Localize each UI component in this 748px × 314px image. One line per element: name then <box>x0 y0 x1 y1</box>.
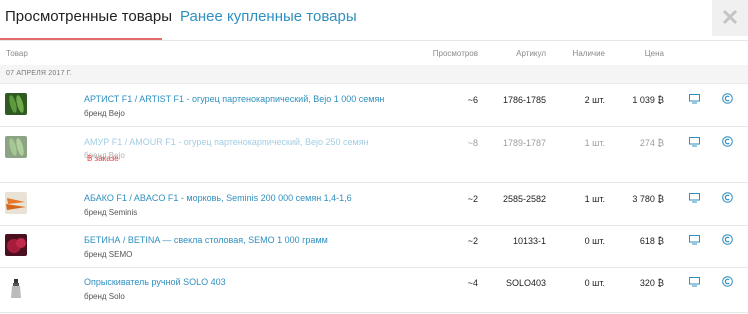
views-count: ~2 <box>467 194 478 204</box>
stock-value: 1 шт. <box>584 138 605 148</box>
price-value: 1 039 ₿ <box>632 95 664 105</box>
views-count: ~2 <box>467 236 478 246</box>
cucumber-image <box>5 93 27 115</box>
column-header-price: Цена <box>644 49 664 58</box>
date-group-header: 07 АПРЕЛЯ 2017 Г. <box>0 65 748 84</box>
compare-icon[interactable] <box>722 234 733 245</box>
views-count: ~6 <box>467 95 478 105</box>
price-value: 3 780 ₿ <box>632 194 664 204</box>
compare-icon[interactable] <box>722 136 733 147</box>
table-row: Опрыскиватель ручной SOLO 403 бренд Solo… <box>0 268 748 313</box>
price-value: 618 ₿ <box>639 236 664 246</box>
stock-value: 0 шт. <box>584 278 605 288</box>
product-name-link[interactable]: АБАКО F1 / ABACO F1 - морковь, Seminis 2… <box>84 193 352 203</box>
in-order-status: В заказе <box>87 154 119 163</box>
date-group-label: 07 АПРЕЛЯ 2017 Г. <box>6 70 73 77</box>
compare-icon[interactable] <box>722 93 733 104</box>
table-header: Товар Просмотров Артикул Наличие Цена <box>0 41 748 65</box>
monitor-icon[interactable] <box>689 235 700 245</box>
monitor-icon[interactable] <box>689 277 700 287</box>
product-name-link[interactable]: АМУР F1 / AMOUR F1 - огурец партенокарпи… <box>84 137 369 147</box>
table-row: БЕТИНА / BETINA — свекла столовая, SEMO … <box>0 226 748 268</box>
tabs-bar: Просмотренные товары Ранее купленные тов… <box>0 0 748 42</box>
monitor-icon[interactable] <box>689 193 700 203</box>
cucumber-image <box>5 136 27 158</box>
product-name-link[interactable]: БЕТИНА / BETINA — свекла столовая, SEMO … <box>84 235 328 245</box>
close-button[interactable] <box>712 0 748 36</box>
sku-value: 2585-2582 <box>502 194 546 204</box>
sku-value: 10133-1 <box>512 236 546 246</box>
sprayer-image <box>5 277 27 299</box>
stock-value: 2 шт. <box>584 95 605 105</box>
stock-value: 0 шт. <box>584 236 605 246</box>
monitor-icon[interactable] <box>689 94 700 104</box>
sku-value: SOLO403 <box>505 278 546 288</box>
monitor-icon[interactable] <box>689 137 700 147</box>
column-header-sku: Артикул <box>516 49 546 58</box>
table-row: АРТИСТ F1 / ARTIST F1 - огурец партенока… <box>0 84 748 127</box>
column-header-stock: Наличие <box>572 49 605 58</box>
table-row: АМУР F1 / AMOUR F1 - огурец партенокарпи… <box>0 127 748 183</box>
product-brand: бренд Bejo <box>84 109 125 118</box>
sku-value: 1786-1785 <box>502 95 546 105</box>
column-header-product: Товар <box>6 49 28 58</box>
sku-value: 1789-1787 <box>502 138 546 148</box>
price-value: 320 ₿ <box>639 278 664 288</box>
product-name-link[interactable]: Опрыскиватель ручной SOLO 403 <box>84 277 226 287</box>
stock-value: 1 шт. <box>584 194 605 204</box>
carrot-image <box>5 192 27 214</box>
close-icon <box>722 9 738 25</box>
compare-icon[interactable] <box>722 192 733 203</box>
beet-image <box>5 234 27 256</box>
table-row: АБАКО F1 / ABACO F1 - морковь, Seminis 2… <box>0 183 748 226</box>
tab-viewed-products[interactable]: Просмотренные товары <box>5 8 172 25</box>
product-name-link[interactable]: АРТИСТ F1 / ARTIST F1 - огурец партенока… <box>84 94 384 104</box>
views-count: ~8 <box>467 138 478 148</box>
views-count: ~4 <box>467 278 478 288</box>
column-header-views: Просмотров <box>432 49 478 58</box>
product-brand: бренд Seminis <box>84 208 138 217</box>
tab-previously-bought[interactable]: Ранее купленные товары <box>180 8 357 25</box>
product-brand: бренд SEMO <box>84 250 133 259</box>
product-brand: бренд Solo <box>84 292 125 301</box>
compare-icon[interactable] <box>722 276 733 287</box>
price-value: 274 ₿ <box>639 138 664 148</box>
